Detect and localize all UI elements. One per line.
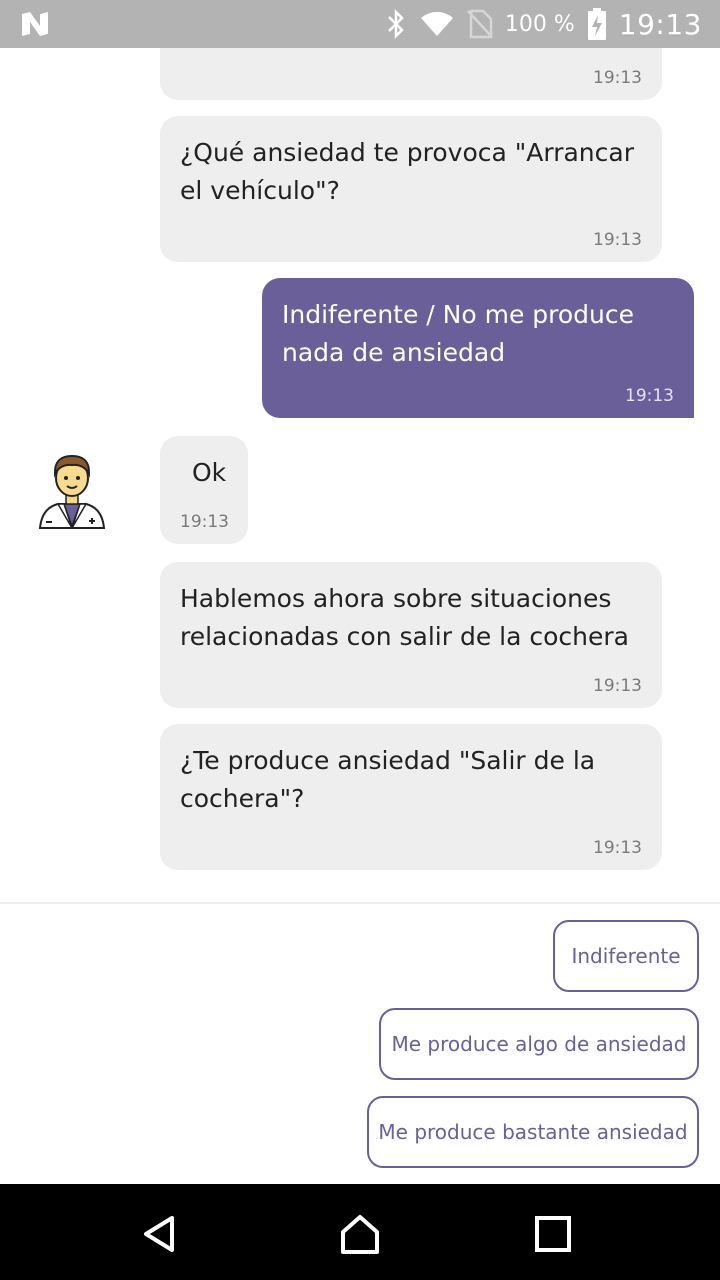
reply-indiferente-button[interactable]: Indiferente — [553, 920, 699, 992]
chat-area[interactable]: 19:13 ¿Qué ansiedad te provoca "Arrancar… — [0, 48, 720, 902]
reply-bastante-ansiedad-button[interactable]: Me produce bastante ansiedad — [367, 1096, 699, 1168]
divider — [0, 902, 720, 904]
home-icon[interactable] — [338, 1212, 382, 1256]
bot-message: 19:13 — [160, 48, 662, 100]
message-time: 19:13 — [593, 68, 642, 88]
battery-percent: 100 % — [504, 11, 575, 37]
n-logo-icon — [22, 12, 48, 36]
bot-message: ¿Te produce ansiedad "Salir de la cocher… — [160, 724, 662, 870]
bot-message: ¿Qué ansiedad te provoca "Arrancar el ve… — [160, 116, 662, 262]
battery-charging-icon — [587, 8, 606, 40]
status-bar: 100 % 19:13 — [0, 0, 720, 48]
no-sim-icon — [466, 9, 493, 39]
doctor-avatar — [38, 454, 106, 529]
recents-icon[interactable] — [531, 1212, 575, 1256]
message-text: ¿Te produce ansiedad "Salir de la cocher… — [180, 746, 596, 813]
status-clock: 19:13 — [618, 7, 702, 41]
message-text: Hablemos ahora sobre situaciones relacio… — [180, 584, 629, 651]
wifi-icon — [420, 11, 453, 36]
message-time: 19:13 — [180, 512, 229, 532]
navigation-bar — [0, 1184, 720, 1280]
message-text: ¿Qué ansiedad te provoca "Arrancar el ve… — [180, 138, 634, 205]
bluetooth-icon — [388, 9, 404, 39]
message-time: 19:13 — [625, 386, 674, 406]
bot-message: Hablemos ahora sobre situaciones relacio… — [160, 562, 662, 708]
message-text: Indiferente / No me produce nada de ansi… — [282, 300, 635, 367]
message-text: Ok — [192, 458, 227, 487]
reply-algo-ansiedad-button[interactable]: Me produce algo de ansiedad — [379, 1008, 699, 1080]
message-time: 19:13 — [593, 676, 642, 696]
message-time: 19:13 — [593, 838, 642, 858]
user-message: Indiferente / No me produce nada de ansi… — [262, 278, 694, 418]
message-time: 19:13 — [593, 230, 642, 250]
back-icon[interactable] — [138, 1212, 182, 1256]
bot-message: Ok 19:13 — [160, 436, 248, 544]
